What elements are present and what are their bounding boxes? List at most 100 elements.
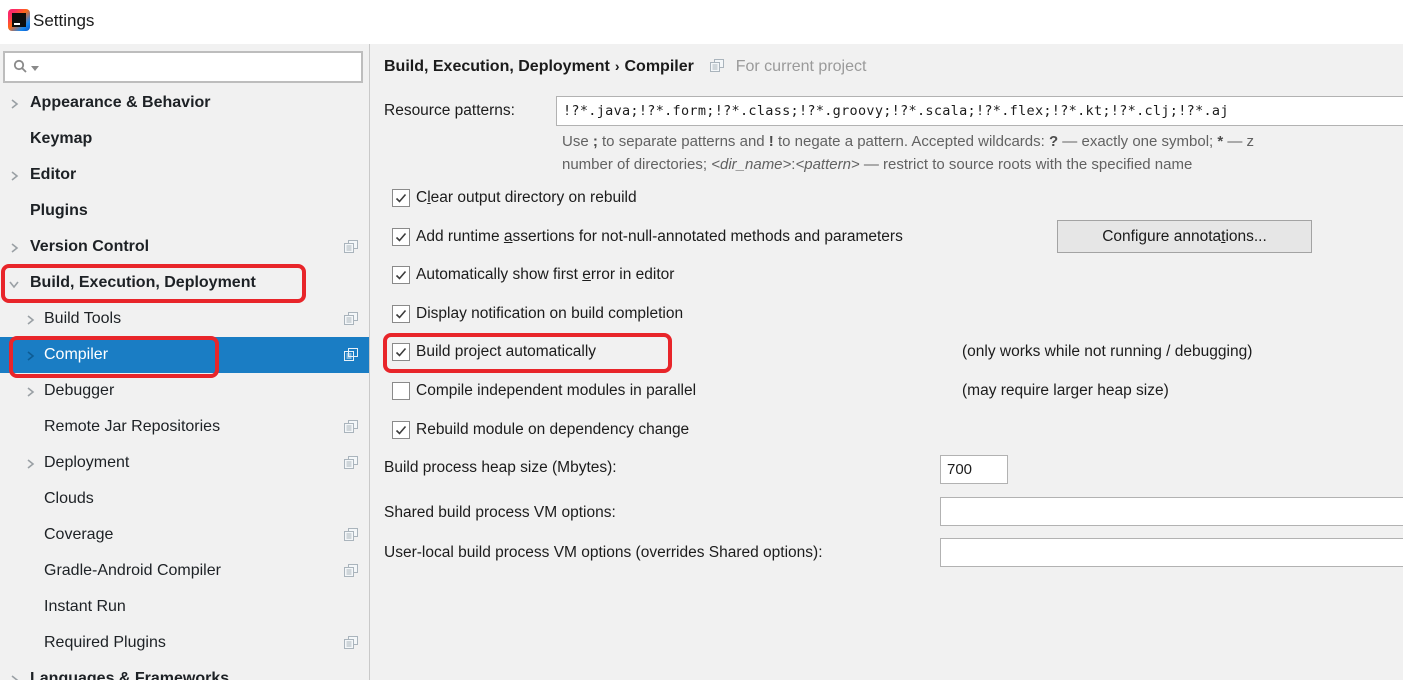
chevron-right-icon[interactable] bbox=[24, 313, 36, 325]
compiler-settings-panel: Build, Execution, Deployment › Compiler Fo… bbox=[370, 44, 1403, 680]
chevron-down-icon[interactable] bbox=[8, 277, 20, 289]
sidebar-item-label: Languages & Frameworks bbox=[30, 670, 230, 680]
search-options-caret-icon[interactable] bbox=[31, 66, 39, 71]
checkbox[interactable] bbox=[392, 266, 410, 284]
heap-size-input[interactable] bbox=[940, 455, 1008, 484]
sidebar-item-editor[interactable]: Editor bbox=[0, 157, 369, 193]
chevron-right-icon[interactable] bbox=[8, 241, 20, 253]
sidebar-item-label: Plugins bbox=[30, 202, 88, 219]
sidebar-item-languages-frameworks[interactable]: Languages & Frameworks bbox=[0, 661, 369, 680]
shared-vm-options-input[interactable] bbox=[940, 497, 1403, 526]
search-input[interactable] bbox=[45, 53, 357, 79]
checkbox[interactable] bbox=[392, 189, 410, 207]
chevron-right-icon[interactable] bbox=[8, 169, 20, 181]
checkbox-label[interactable]: Clear output directory on rebuild bbox=[416, 180, 637, 216]
window-titlebar: Settings bbox=[0, 0, 1403, 45]
chevron-right-icon[interactable] bbox=[24, 385, 36, 397]
breadcrumb-separator: › bbox=[614, 58, 620, 74]
sidebar-item-label: Version Control bbox=[30, 238, 150, 255]
checkbox-label[interactable]: Build project automatically bbox=[416, 334, 596, 370]
sidebar-item-label: Compiler bbox=[44, 346, 109, 363]
current-project-icon bbox=[710, 59, 725, 72]
sidebar-item-label: Editor bbox=[30, 166, 77, 183]
sidebar-item-label: Clouds bbox=[44, 490, 94, 507]
sidebar-item-label: Coverage bbox=[44, 526, 114, 543]
sidebar-item-deployment[interactable]: Deployment bbox=[0, 445, 369, 481]
sidebar-item-plugins[interactable]: Plugins bbox=[0, 193, 369, 229]
sidebar-item-keymap[interactable]: Keymap bbox=[0, 121, 369, 157]
sidebar-item-compiler[interactable]: Compiler bbox=[0, 337, 369, 373]
window-title: Settings bbox=[33, 11, 95, 30]
checkbox[interactable] bbox=[392, 421, 410, 439]
chevron-right-icon[interactable] bbox=[8, 673, 20, 680]
sidebar-item-required-plugins[interactable]: Required Plugins bbox=[0, 625, 369, 661]
heap-size-label: Build process heap size (Mbytes): bbox=[384, 459, 617, 476]
breadcrumb-current: Compiler bbox=[624, 58, 694, 75]
resource-patterns-help-line2: number of directories; <dir_name>:<patte… bbox=[562, 156, 1193, 173]
chevron-right-icon[interactable] bbox=[24, 349, 36, 361]
current-project-icon bbox=[344, 564, 359, 578]
sidebar-item-debugger[interactable]: Debugger bbox=[0, 373, 369, 409]
sidebar-item-label: Appearance & Behavior bbox=[30, 94, 211, 111]
resource-patterns-label: Resource patterns: bbox=[384, 102, 515, 119]
sidebar-item-label: Required Plugins bbox=[44, 634, 166, 651]
chevron-right-icon[interactable] bbox=[24, 457, 36, 469]
checkbox[interactable] bbox=[392, 343, 410, 361]
checkbox-comment: (may require larger heap size) bbox=[962, 382, 1169, 399]
sidebar-item-instant-run[interactable]: Instant Run bbox=[0, 589, 369, 625]
checkbox-row: Clear output directory on rebuild bbox=[392, 180, 1403, 216]
intellij-logo-icon bbox=[8, 9, 30, 31]
chevron-right-icon[interactable] bbox=[8, 97, 20, 109]
checkbox-row: Build project automatically (only works w… bbox=[392, 334, 1403, 370]
current-project-icon bbox=[344, 420, 359, 434]
configure-annotations-button[interactable]: Configure annotations... bbox=[1057, 220, 1312, 253]
user-local-vm-options-label: User-local build process VM options (ove… bbox=[384, 544, 823, 561]
checkbox-label[interactable]: Rebuild module on dependency change bbox=[416, 412, 689, 448]
current-project-icon bbox=[344, 348, 359, 362]
sidebar-item-label: Debugger bbox=[44, 382, 115, 399]
resource-patterns-help-line1: Use ; to separate patterns and ! to nega… bbox=[562, 133, 1255, 150]
sidebar-item-appearance-behavior[interactable]: Appearance & Behavior bbox=[0, 85, 369, 121]
sidebar-item-build-execution-deployment[interactable]: Build, Execution, Deployment bbox=[0, 265, 369, 301]
checkbox-label[interactable]: Compile independent modules in parallel bbox=[416, 373, 696, 409]
shared-vm-options-label: Shared build process VM options: bbox=[384, 504, 616, 521]
current-project-icon bbox=[344, 528, 359, 542]
sidebar-item-gradle-android-compiler[interactable]: Gradle-Android Compiler bbox=[0, 553, 369, 589]
sidebar-item-label: Build, Execution, Deployment bbox=[30, 274, 256, 291]
user-local-vm-options-input[interactable] bbox=[940, 538, 1403, 567]
settings-search-box[interactable] bbox=[3, 51, 363, 83]
checkbox[interactable] bbox=[392, 382, 410, 400]
sidebar-item-build-tools[interactable]: Build Tools bbox=[0, 301, 369, 337]
current-project-icon bbox=[344, 456, 359, 470]
checkbox-label[interactable]: Add runtime assertions for not-null-anno… bbox=[416, 219, 903, 255]
scope-label: For current project bbox=[735, 58, 867, 75]
breadcrumb: Build, Execution, Deployment › Compiler Fo… bbox=[384, 50, 866, 82]
sidebar-item-label: Gradle-Android Compiler bbox=[44, 562, 221, 579]
checkbox-row: Rebuild module on dependency change bbox=[392, 412, 1403, 448]
current-project-icon bbox=[344, 312, 359, 326]
checkbox-row: Add runtime assertions for not-null-anno… bbox=[392, 219, 1403, 255]
checkbox-row: Automatically show first error in editor bbox=[392, 257, 1403, 293]
checkbox-label[interactable]: Display notification on build completion bbox=[416, 296, 683, 332]
current-project-icon bbox=[344, 636, 359, 650]
sidebar-item-label: Instant Run bbox=[44, 598, 126, 615]
sidebar-item-label: Build Tools bbox=[44, 310, 122, 327]
settings-sidebar: Appearance & Behavior Keymap Editor Plugins… bbox=[0, 44, 370, 680]
sidebar-item-label: Deployment bbox=[44, 454, 130, 471]
sidebar-item-label: Remote Jar Repositories bbox=[44, 418, 221, 435]
current-project-icon bbox=[344, 240, 359, 254]
checkbox[interactable] bbox=[392, 228, 410, 246]
checkbox-label[interactable]: Automatically show first error in editor bbox=[416, 257, 674, 293]
search-icon bbox=[13, 59, 27, 73]
checkbox-row: Compile independent modules in parallel (… bbox=[392, 373, 1403, 409]
sidebar-item-remote-jar-repositories[interactable]: Remote Jar Repositories bbox=[0, 409, 369, 445]
sidebar-item-label: Keymap bbox=[30, 130, 93, 147]
checkbox[interactable] bbox=[392, 305, 410, 323]
sidebar-item-coverage[interactable]: Coverage bbox=[0, 517, 369, 553]
resource-patterns-input[interactable] bbox=[556, 96, 1403, 126]
checkbox-comment: (only works while not running / debuggin… bbox=[962, 343, 1253, 360]
checkbox-row: Display notification on build completion bbox=[392, 296, 1403, 332]
breadcrumb-parent[interactable]: Build, Execution, Deployment bbox=[384, 58, 610, 75]
sidebar-item-version-control[interactable]: Version Control bbox=[0, 229, 369, 265]
sidebar-item-clouds[interactable]: Clouds bbox=[0, 481, 369, 517]
